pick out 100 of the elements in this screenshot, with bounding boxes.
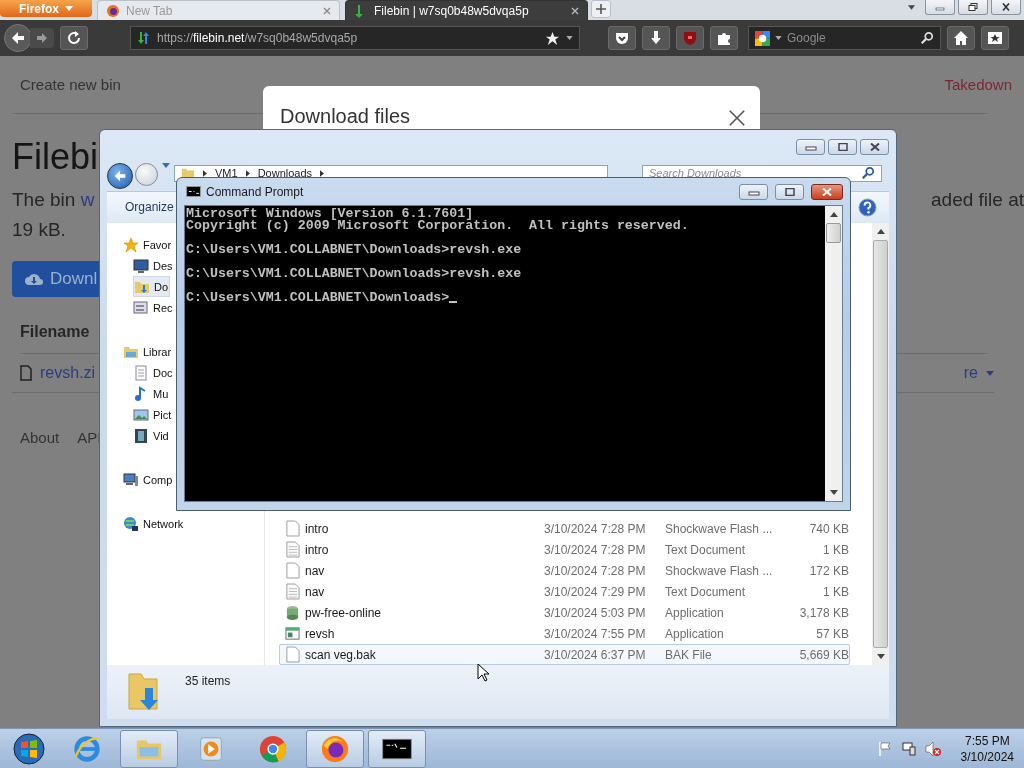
search-icon: [861, 166, 875, 181]
nav-item[interactable]: Comp: [123, 469, 174, 491]
window-title: Command Prompt: [206, 184, 304, 199]
bin-size-text: 19 kB.: [12, 218, 66, 242]
addons-button[interactable]: [710, 26, 738, 50]
bookmarks-button[interactable]: [981, 26, 1009, 50]
down-arrow-icon[interactable]: [829, 490, 838, 495]
window-icon: [133, 299, 149, 316]
search-icon[interactable]: [920, 31, 934, 45]
caret-icon[interactable]: [162, 162, 170, 168]
taskbar-button[interactable]: [306, 729, 364, 768]
nav-item[interactable]: Des: [133, 255, 174, 277]
chevron-icon: [320, 169, 325, 177]
maximize-button[interactable]: [828, 139, 857, 155]
file-icon: [285, 520, 300, 537]
download-icon: [648, 30, 664, 46]
file-icon: [285, 646, 300, 663]
file-row[interactable]: revsh 3/10/2024 7:55 PM Application 57 KB: [279, 623, 850, 644]
arrows-icon: [137, 31, 151, 45]
file-row[interactable]: scan veg.bak 3/10/2024 6:37 PM BAK File 5,669 KB: [279, 644, 850, 665]
restore-button[interactable]: [958, 0, 988, 15]
nav-item[interactable]: Network: [123, 513, 185, 535]
organize-menu[interactable]: Organize: [125, 200, 174, 215]
file-row[interactable]: intro 3/10/2024 7:28 PM Shockwave Flash ... 740 KB: [279, 518, 850, 539]
chevron-icon: [245, 169, 250, 177]
help-icon[interactable]: [858, 197, 877, 217]
installer-icon: [285, 604, 300, 621]
nav-item[interactable]: Mu: [133, 383, 170, 405]
close-icon[interactable]: [728, 109, 746, 127]
back-button[interactable]: [4, 24, 32, 52]
scroll-thumb[interactable]: [826, 223, 841, 243]
file-row[interactable]: nav 3/10/2024 7:28 PM Shockwave Flash ... 172 KB: [279, 560, 850, 581]
download-button[interactable]: Downl: [12, 261, 100, 297]
file-row[interactable]: nav 3/10/2024 7:29 PM Text Document 1 KB: [279, 581, 850, 602]
star-icon[interactable]: [545, 30, 560, 46]
restore-icon: [968, 3, 978, 11]
taskbar-button[interactable]: [368, 729, 426, 768]
clock[interactable]: 7:55 PM 3/10/2024: [960, 732, 1014, 765]
nav-item[interactable]: Pict: [133, 404, 173, 426]
fox-globe-icon: [106, 3, 120, 18]
flag-icon[interactable]: [876, 740, 893, 757]
shield-check-icon: [614, 30, 630, 46]
console-line: C:\Users\VM1.COLLABNET\Downloads>revsh.exe: [186, 244, 523, 256]
close-icon[interactable]: [571, 6, 579, 15]
caret-icon: [775, 36, 782, 40]
nav-item[interactable]: Doc: [133, 362, 174, 384]
browser-tab[interactable]: Filebin | w7sq0b48w5dvqa5p: [345, 0, 588, 20]
maximize-button[interactable]: [775, 183, 804, 200]
picture-icon: [133, 406, 149, 423]
minimize-button[interactable]: [739, 183, 768, 200]
up-arrow-icon[interactable]: [876, 229, 885, 235]
scrollbar[interactable]: [872, 223, 889, 665]
scrollbar[interactable]: [825, 206, 842, 501]
speaker-muted-icon[interactable]: [924, 740, 941, 757]
console-line: Copyright (c) 2009 Microsoft Corporation. All rights reserved.: [186, 220, 690, 232]
caret-icon[interactable]: [566, 36, 573, 40]
document-icon: [133, 364, 149, 381]
nav-item[interactable]: Favor: [123, 234, 173, 256]
dialog-title: Download files: [280, 104, 411, 129]
search-field[interactable]: Google: [748, 26, 941, 50]
maximize-icon: [782, 187, 797, 196]
maximize-icon: [835, 143, 850, 151]
windows-logo-icon: [13, 732, 45, 765]
computer-icon: [123, 471, 139, 488]
home-button[interactable]: [947, 26, 975, 50]
home-icon: [953, 30, 969, 46]
text-file-icon: [285, 583, 300, 600]
close-icon: [1001, 3, 1011, 11]
globe-e-icon: [72, 733, 102, 764]
nav-item[interactable]: Rec: [133, 297, 174, 319]
pocket-button[interactable]: [608, 26, 636, 50]
close-button[interactable]: [860, 139, 889, 155]
url-field[interactable]: https://filebin.net/w7sq0b48w5dvqa5p: [130, 26, 580, 50]
text-file-icon: [285, 541, 300, 558]
item-count: 35 items: [185, 674, 231, 688]
star-icon: [123, 236, 139, 253]
up-arrow-icon[interactable]: [829, 212, 838, 217]
download-button[interactable]: [642, 26, 670, 50]
caret-icon[interactable]: [908, 5, 915, 10]
nav-item[interactable]: Do: [133, 276, 171, 298]
right-arrow-icon: [36, 32, 48, 44]
close-icon: [820, 187, 834, 196]
close-button[interactable]: [811, 183, 843, 200]
puzzle-icon: [716, 30, 732, 46]
new-tab-button[interactable]: [591, 0, 611, 18]
reload-button[interactable]: [60, 26, 88, 50]
nav-item[interactable]: Vid: [133, 425, 170, 447]
scroll-thumb[interactable]: [873, 240, 888, 648]
network-icon[interactable]: [900, 740, 917, 757]
file-row[interactable]: pw-free-online 3/10/2024 5:03 PM Application 3,178 KB: [279, 602, 850, 623]
plus-icon: [596, 4, 606, 14]
google-icon: [755, 30, 770, 46]
back-button[interactable]: [107, 162, 133, 189]
cursor-icon: [477, 663, 489, 682]
file-row[interactable]: intro 3/10/2024 7:28 PM Text Document 1 KB: [279, 539, 850, 560]
down-arrow-icon[interactable]: [876, 654, 885, 659]
close-button[interactable]: [991, 0, 1021, 15]
intro-text: aded file at: [931, 188, 1024, 212]
console-icon: [382, 737, 412, 760]
page-heading: Filebi: [12, 135, 99, 179]
